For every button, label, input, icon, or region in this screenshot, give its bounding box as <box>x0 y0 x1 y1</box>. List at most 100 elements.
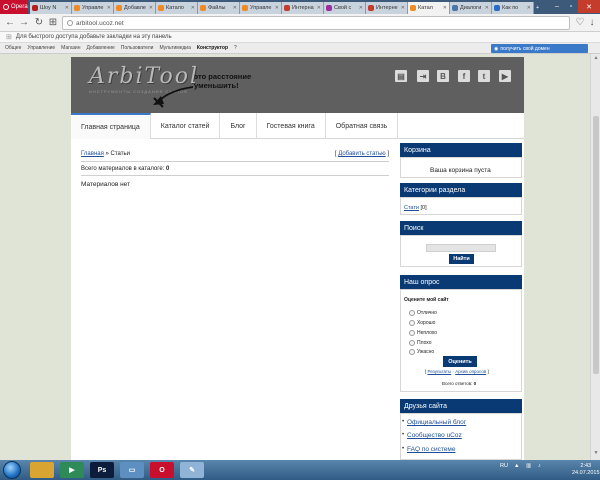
browser-tab[interactable]: Интерне ✕ <box>366 2 408 14</box>
poll-option-radio[interactable] <box>409 349 415 355</box>
browser-tab[interactable]: Диалоги ✕ <box>450 2 492 14</box>
poll-option-label: Плохо <box>417 340 432 346</box>
friend-link[interactable]: Сообщество uCoz <box>407 432 462 439</box>
tab-close-icon[interactable]: ✕ <box>149 5 153 11</box>
friend-link[interactable]: Официальный блог <box>407 419 466 426</box>
tab-close-icon[interactable]: ✕ <box>401 5 405 11</box>
browser-tab-strip: Opera Шоу N ✕ Управле ✕ Добавле ✕ Катало ✕ Файлы… <box>0 0 600 14</box>
add-article-bracket-open: [ <box>334 151 337 157</box>
start-button-icon[interactable] <box>3 461 21 479</box>
tab-close-icon[interactable]: ✕ <box>233 5 237 11</box>
ucoz-menu-multimedia[interactable]: Мультимедиа <box>159 45 190 51</box>
tab-favicon-icon <box>32 5 38 11</box>
breadcrumb-home-link[interactable]: Главная <box>81 151 104 157</box>
ucoz-menu-shop[interactable]: Магазин <box>61 45 80 51</box>
tab-close-icon[interactable]: ✕ <box>275 5 279 11</box>
tab-close-icon[interactable]: ✕ <box>65 5 69 11</box>
get-domain-button[interactable]: ◉ получить свой домен <box>491 44 588 53</box>
explorer-icon[interactable] <box>30 462 54 478</box>
ucoz-menu-constructor[interactable]: Конструктор <box>197 45 228 51</box>
vkontakte-icon[interactable]: В <box>437 70 449 82</box>
browser-tab[interactable]: Добавле ✕ <box>114 2 156 14</box>
paint-icon[interactable]: ✎ <box>180 462 204 478</box>
home-grid-icon[interactable]: ⊞ <box>47 17 59 29</box>
category-link[interactable]: Стати <box>404 205 419 211</box>
reload-icon[interactable]: ↻ <box>33 17 45 29</box>
poll-option-radio[interactable] <box>409 320 415 326</box>
tray-arrow-icon[interactable]: ▲ <box>514 463 519 469</box>
heart-icon[interactable]: ♡ <box>574 17 586 29</box>
network-icon[interactable]: ▥ <box>526 463 531 469</box>
search-button[interactable]: Найти <box>449 254 474 264</box>
address-bar: ← → ↻ ⊞ arbitool.ucoz.net ♡ ↓ <box>0 14 600 32</box>
tab-close-icon[interactable]: ✕ <box>107 5 111 11</box>
tab-close-icon[interactable]: ✕ <box>191 5 195 11</box>
media-player-icon[interactable]: ▶ <box>60 462 84 478</box>
scroll-down-icon[interactable]: ▼ <box>592 450 600 458</box>
poll-rate-button[interactable]: Оценить <box>443 356 477 367</box>
tab-close-icon[interactable]: ✕ <box>485 5 489 11</box>
back-icon[interactable]: ← <box>4 17 16 29</box>
browser-tab[interactable]: Катал ✕ <box>408 2 450 14</box>
add-article: [ Добавить статью ] <box>335 151 389 157</box>
taskbar-clock[interactable]: 2:43 24.07.2015 <box>572 463 600 477</box>
new-tab-icon[interactable]: + <box>534 2 546 14</box>
maximize-icon[interactable]: ▫ <box>564 0 578 13</box>
ucoz-menu-management[interactable]: Управление <box>27 45 55 51</box>
ucoz-menu-users[interactable]: Пользователи <box>121 45 154 51</box>
window-icon[interactable]: ▭ <box>120 462 144 478</box>
nav-feedback[interactable]: Обратная связь <box>326 113 399 139</box>
annotation-note: это расстояние уменьшить! <box>194 72 251 90</box>
photoshop-icon[interactable]: Ps <box>90 462 114 478</box>
page-scrollbar[interactable]: ▲ ▼ <box>590 54 600 460</box>
url-input[interactable]: arbitool.ucoz.net <box>62 16 570 30</box>
tab-close-icon[interactable]: ✕ <box>317 5 321 11</box>
browser-tab[interactable]: Свой с ✕ <box>324 2 366 14</box>
language-indicator[interactable]: RU <box>500 463 508 469</box>
login-icon[interactable]: ⇥ <box>417 70 429 82</box>
browser-tab[interactable]: Интерна ✕ <box>282 2 324 14</box>
ucoz-menu-add[interactable]: Добавление <box>86 45 114 51</box>
tab-close-icon[interactable]: ✕ <box>359 5 363 11</box>
scrollbar-thumb[interactable] <box>593 116 599 374</box>
opera-taskbar-icon[interactable]: O <box>150 462 174 478</box>
browser-tab[interactable]: Шоу N ✕ <box>30 2 72 14</box>
browser-tab[interactable]: Как по ✕ <box>492 2 534 14</box>
volume-icon[interactable]: ♪ <box>538 463 541 469</box>
scroll-up-icon[interactable]: ▲ <box>592 55 600 63</box>
nav-home[interactable]: Главная страница <box>71 113 151 139</box>
browser-tab[interactable]: Файлы ✕ <box>198 2 240 14</box>
annotation-arrow-icon <box>153 86 194 108</box>
ucoz-help-icon[interactable]: ? <box>234 45 237 51</box>
tab-label: Шоу N <box>40 5 57 11</box>
add-article-link[interactable]: Добавить статью <box>338 151 385 157</box>
friend-link[interactable]: FAQ по системе <box>407 446 455 453</box>
forward-icon[interactable]: → <box>18 17 30 29</box>
browser-tab[interactable]: Катало ✕ <box>156 2 198 14</box>
browser-tab[interactable]: Управле ✕ <box>72 2 114 14</box>
poll-option-radio[interactable] <box>409 340 415 346</box>
download-icon[interactable]: ↓ <box>586 17 598 29</box>
nav-guestbook[interactable]: Гостевая книга <box>257 113 326 139</box>
poll-option-radio[interactable] <box>409 330 415 336</box>
minimize-icon[interactable]: – <box>550 0 564 13</box>
tab-close-icon[interactable]: ✕ <box>527 5 531 11</box>
facebook-icon[interactable]: f <box>458 70 470 82</box>
ucoz-menu-general[interactable]: Общее <box>5 45 21 51</box>
poll-results-link[interactable]: Результаты <box>428 369 452 374</box>
tab-close-icon[interactable]: ✕ <box>443 5 447 11</box>
youtube-icon[interactable]: ▶ <box>499 70 511 82</box>
opera-menu-button[interactable]: Opera <box>0 0 28 14</box>
rss-icon[interactable]: ▤ <box>395 70 407 82</box>
nav-blog[interactable]: Блог <box>220 113 257 139</box>
tab-favicon-icon <box>326 5 332 11</box>
browser-tab[interactable]: Управле ✕ <box>240 2 282 14</box>
site-header: ArbiTool ИНСТРУМЕНТЫ СОЗДАНИЯ САЙТОВ это… <box>71 57 524 113</box>
nav-article-catalog[interactable]: Каталог статей <box>151 113 221 139</box>
bullet-icon: • <box>402 432 405 438</box>
poll-archive-link[interactable]: Архив опросов <box>455 369 486 374</box>
poll-option-radio[interactable] <box>409 310 415 316</box>
close-window-icon[interactable]: ✕ <box>578 0 600 13</box>
search-input[interactable] <box>426 244 496 252</box>
twitter-icon[interactable]: t <box>478 70 490 82</box>
